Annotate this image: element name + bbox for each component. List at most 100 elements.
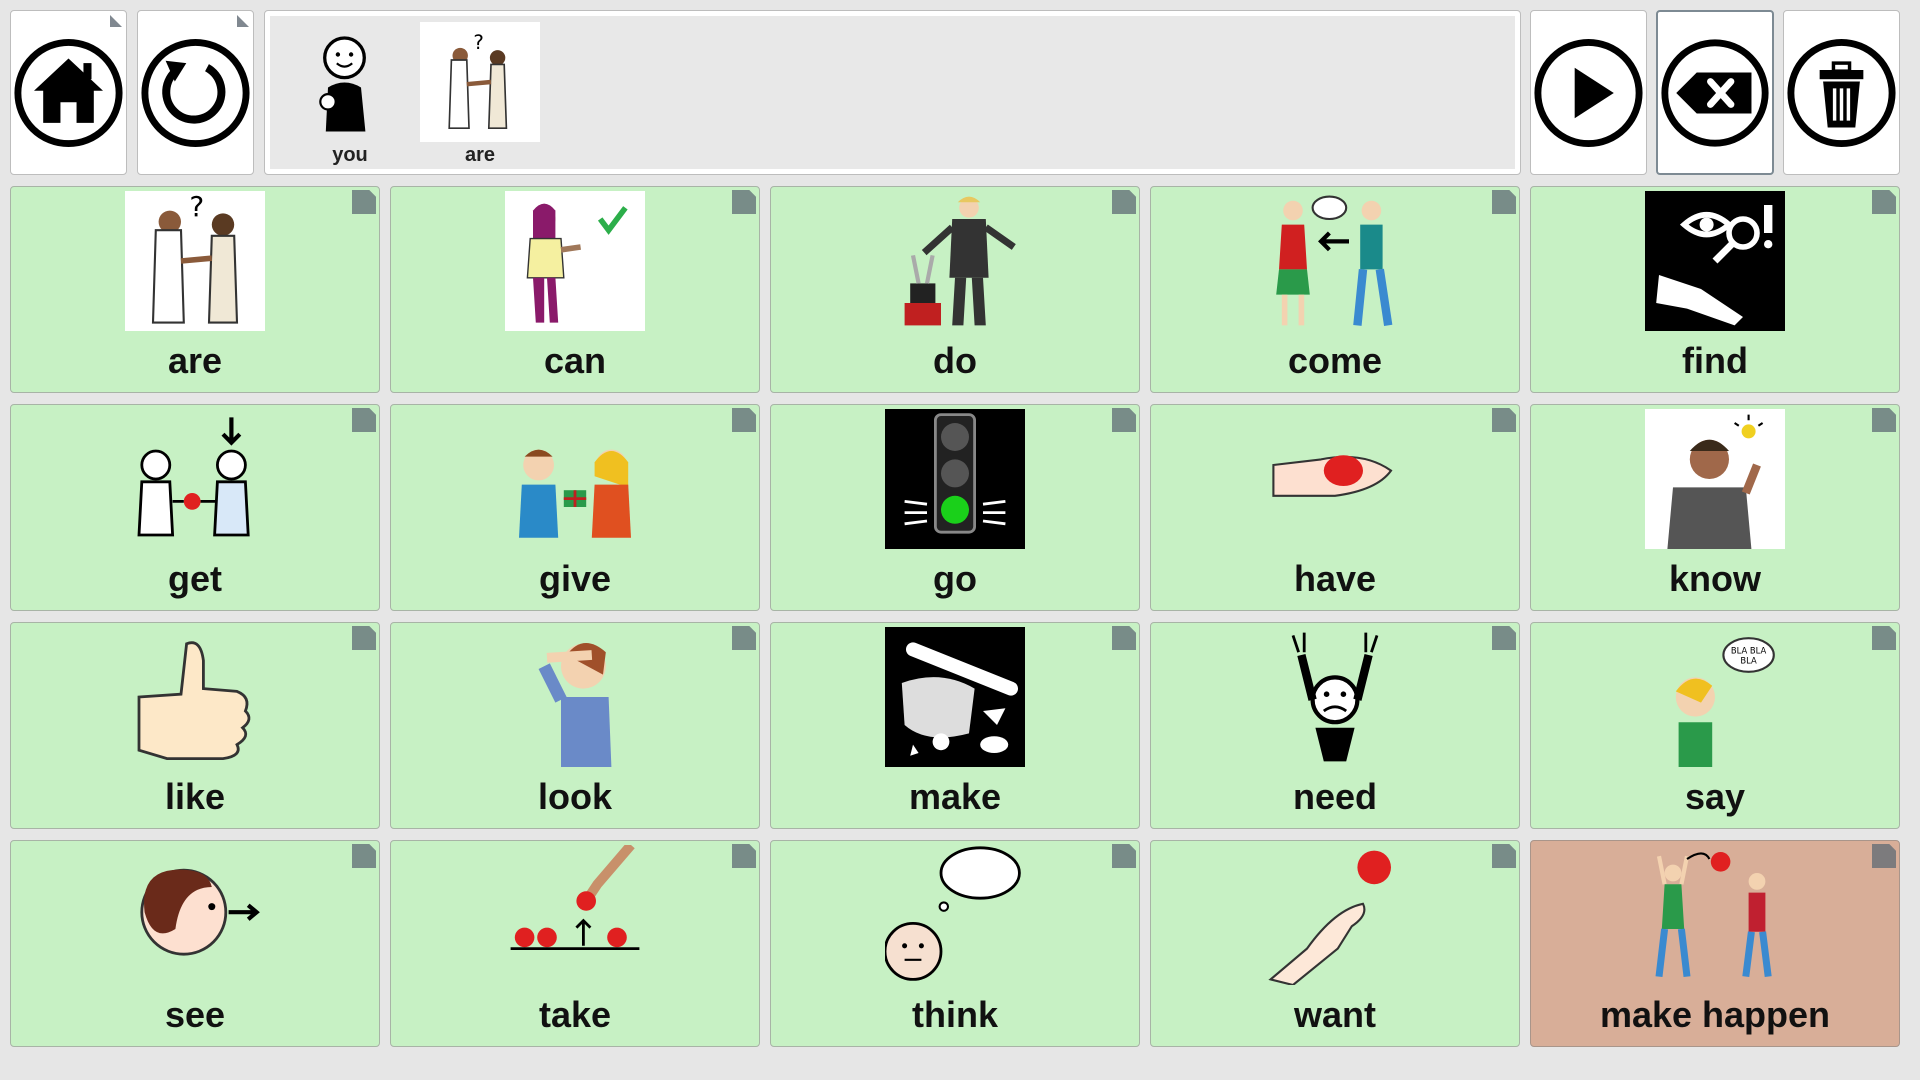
folder-corner-icon xyxy=(1492,626,1516,650)
svg-text:?: ? xyxy=(189,191,204,223)
cell-label: know xyxy=(1668,558,1761,599)
grid-cell-say[interactable]: BLA BLA BLA say xyxy=(1530,622,1900,829)
grid-cell-know[interactable]: know xyxy=(1530,404,1900,611)
cell-label: think xyxy=(912,994,998,1035)
trash-icon xyxy=(1787,38,1896,147)
take-icon xyxy=(510,845,640,950)
clear-button[interactable] xyxy=(1783,10,1900,175)
folder-corner-icon xyxy=(352,844,376,868)
folder-corner-icon xyxy=(1112,408,1136,432)
make-happen-icon xyxy=(1655,852,1772,978)
folder-corner-icon xyxy=(1492,844,1516,868)
folder-corner-icon xyxy=(1872,626,1896,650)
grid-cell-need[interactable]: need xyxy=(1150,622,1520,829)
find-icon xyxy=(1656,205,1773,326)
folder-corner-icon xyxy=(732,190,756,214)
cell-label: see xyxy=(164,994,226,1035)
sentence-word[interactable]: you xyxy=(290,16,410,167)
come-icon xyxy=(1276,195,1393,327)
cell-label: look xyxy=(537,776,612,817)
folder-corner-icon xyxy=(732,626,756,650)
look-icon xyxy=(538,643,612,767)
go-icon xyxy=(904,413,1006,534)
play-icon xyxy=(1534,38,1643,147)
folder-corner-icon xyxy=(1492,190,1516,214)
say-icon: BLA BLA BLA xyxy=(1675,637,1775,767)
folder-corner-icon xyxy=(1492,408,1516,432)
cell-label: have xyxy=(1293,558,1377,599)
folder-corner-icon xyxy=(1872,844,1896,868)
grid-cell-see[interactable]: see xyxy=(10,840,380,1047)
grid-cell-want[interactable]: want xyxy=(1150,840,1520,1047)
make-icon xyxy=(901,642,1018,756)
you-icon xyxy=(319,36,366,132)
folder-corner-icon xyxy=(732,408,756,432)
grid-cell-find[interactable]: find xyxy=(1530,186,1900,393)
vocabulary-grid: ? are can do come find get give go have … xyxy=(10,186,1900,1047)
grid-cell-take[interactable]: take xyxy=(390,840,760,1047)
cell-label: do xyxy=(933,340,977,381)
folder-corner-icon xyxy=(352,408,376,432)
want-icon xyxy=(1268,850,1391,985)
cell-label: go xyxy=(933,558,977,599)
sentence-word-label: you xyxy=(332,144,368,166)
cell-label: give xyxy=(538,558,612,599)
cell-label: make happen xyxy=(1599,994,1831,1035)
cell-label: get xyxy=(168,558,222,599)
need-icon xyxy=(1291,632,1379,762)
folder-corner-icon xyxy=(1872,190,1896,214)
backspace-icon xyxy=(1661,38,1769,147)
have-icon xyxy=(1272,455,1393,497)
grid-cell-are[interactable]: ? are xyxy=(10,186,380,393)
cell-label: can xyxy=(543,340,607,381)
cell-label: find xyxy=(1682,340,1748,381)
folder-corner-icon xyxy=(352,190,376,214)
svg-text:BLA: BLA xyxy=(1740,655,1757,665)
backspace-button[interactable] xyxy=(1656,10,1774,175)
folder-corner-icon xyxy=(237,15,249,27)
grid-cell-like[interactable]: like xyxy=(10,622,380,829)
folder-corner-icon xyxy=(1112,190,1136,214)
sentence-word-label: are xyxy=(464,144,496,166)
grid-cell-look[interactable]: look xyxy=(390,622,760,829)
home-button[interactable] xyxy=(10,10,127,175)
see-icon xyxy=(140,868,260,956)
folder-corner-icon xyxy=(1872,408,1896,432)
svg-text:?: ? xyxy=(473,31,484,54)
cell-label: are xyxy=(167,340,223,381)
grid-cell-make[interactable]: make xyxy=(770,622,1140,829)
folder-corner-icon xyxy=(110,15,122,27)
cell-label: make xyxy=(908,776,1002,817)
grid-cell-go[interactable]: go xyxy=(770,404,1140,611)
folder-corner-icon xyxy=(732,844,756,868)
cell-label: say xyxy=(1684,776,1746,817)
home-icon xyxy=(14,38,123,147)
grid-cell-make-happen[interactable]: make happen xyxy=(1530,840,1900,1047)
grid-cell-get[interactable]: get xyxy=(10,404,380,611)
cell-label: like xyxy=(164,776,226,817)
grid-cell-come[interactable]: come xyxy=(1150,186,1520,393)
give-icon xyxy=(519,449,631,538)
grid-cell-give[interactable]: give xyxy=(390,404,760,611)
are-icon: ? xyxy=(151,191,239,324)
grid-cell-have[interactable]: have xyxy=(1150,404,1520,611)
can-icon xyxy=(526,203,628,323)
folder-corner-icon xyxy=(1112,626,1136,650)
undo-icon xyxy=(141,38,250,147)
grid-cell-can[interactable]: can xyxy=(390,186,760,393)
folder-corner-icon xyxy=(352,626,376,650)
sentence-word[interactable]: ? are xyxy=(420,16,540,167)
cell-label: take xyxy=(538,994,612,1035)
speak-button[interactable] xyxy=(1530,10,1647,175)
undo-button[interactable] xyxy=(137,10,254,175)
do-icon xyxy=(904,196,1016,326)
cell-label: want xyxy=(1293,994,1376,1035)
think-icon xyxy=(885,846,1021,981)
cell-label: need xyxy=(1292,776,1378,817)
get-icon xyxy=(137,417,250,537)
sentence-bar[interactable]: you ? are xyxy=(264,10,1521,175)
grid-cell-do[interactable]: do xyxy=(770,186,1140,393)
cell-label: come xyxy=(1287,340,1383,381)
grid-cell-think[interactable]: think xyxy=(770,840,1140,1047)
folder-corner-icon xyxy=(1112,844,1136,868)
